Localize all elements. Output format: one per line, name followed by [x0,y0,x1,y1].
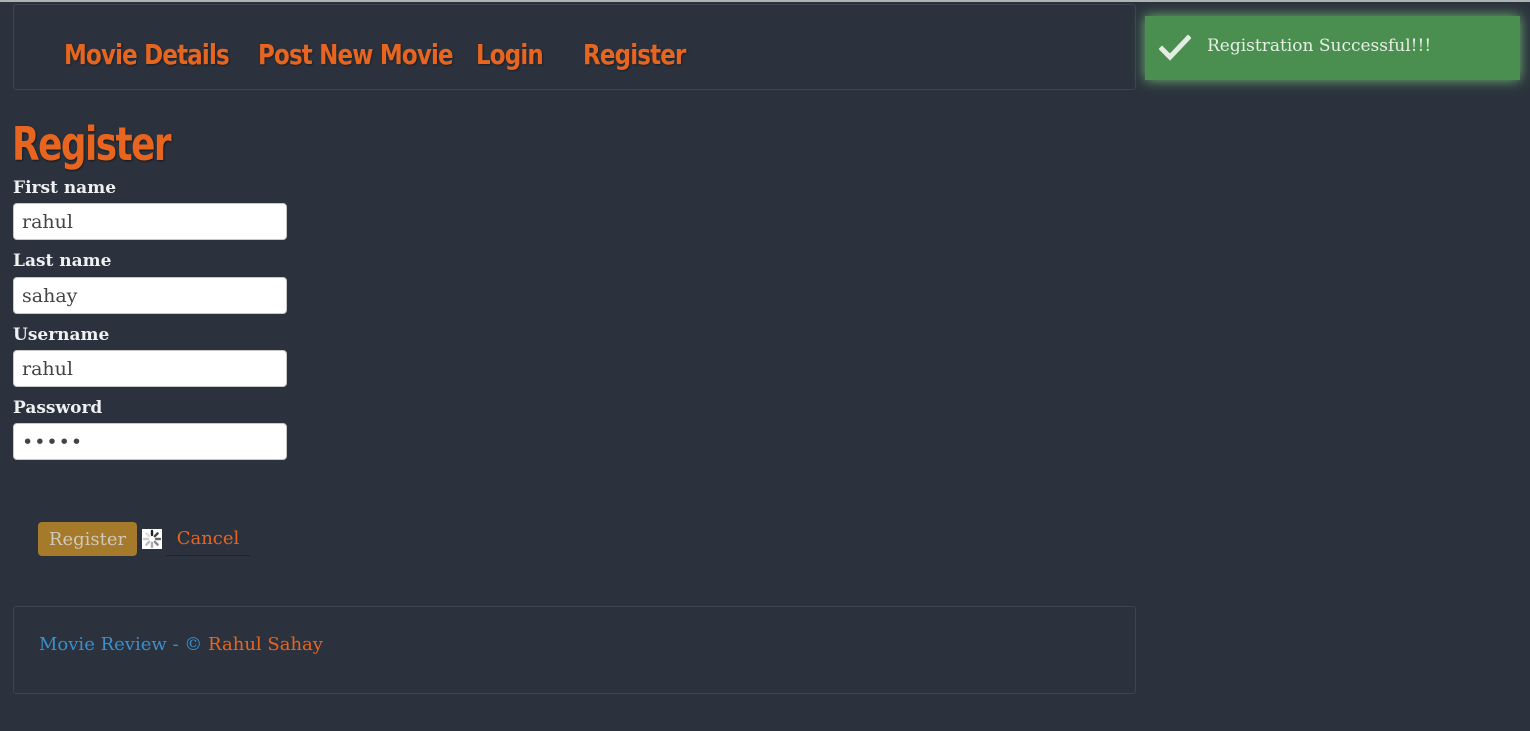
last-name-input[interactable] [13,277,287,314]
top-navbar: Movie Details Post New Movie Login Regis… [13,4,1136,90]
password-input[interactable] [13,423,287,460]
browser-top-edge [0,0,1530,2]
first-name-input[interactable] [13,203,287,240]
password-label: Password [13,398,103,418]
footer-text: Movie Review - © Rahul Sahay [39,634,323,655]
nav-post-new-movie[interactable]: Post New Movie [258,35,454,75]
nav-login[interactable]: Login [476,35,544,75]
username-input[interactable] [13,350,287,387]
success-toast[interactable]: Registration Successful!!! [1145,16,1520,80]
first-name-label: First name [13,178,117,198]
cancel-link[interactable]: Cancel [166,522,250,556]
toast-message: Registration Successful!!! [1207,36,1432,56]
checkmark-icon [1158,34,1192,62]
page-footer: Movie Review - © Rahul Sahay [13,606,1136,694]
footer-brand: Movie Review - © [39,634,203,655]
page-title: Register [12,117,172,171]
nav-movie-details[interactable]: Movie Details [64,35,230,75]
register-button[interactable]: Register [38,522,137,556]
nav-register[interactable]: Register [583,35,686,75]
username-label: Username [13,325,110,345]
footer-author-link[interactable]: Rahul Sahay [208,634,323,655]
last-name-label: Last name [13,251,112,271]
loading-spinner-icon [142,529,162,549]
